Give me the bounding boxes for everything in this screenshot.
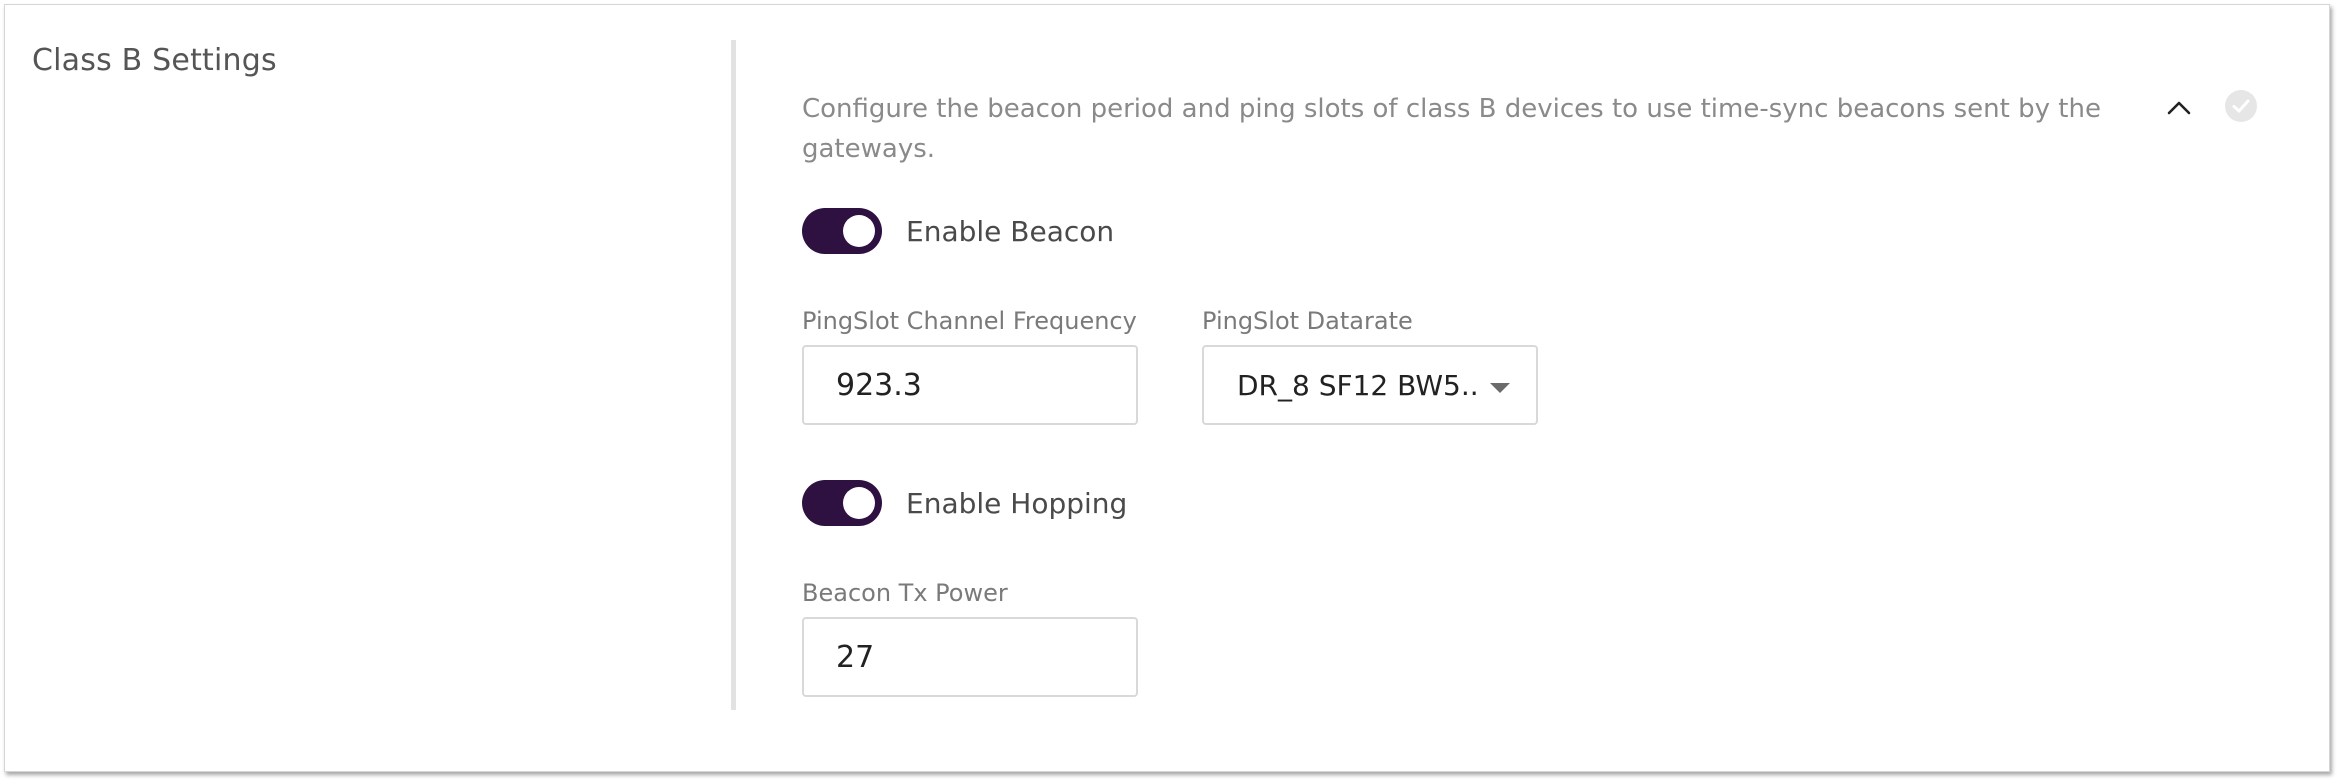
check-circle-icon xyxy=(2225,90,2257,122)
pingslot-frequency-input[interactable] xyxy=(802,345,1138,425)
pingslot-datarate-value: DR_8 SF12 BW5... xyxy=(1237,368,1477,402)
section-description: Configure the beacon period and ping slo… xyxy=(802,94,2101,164)
pingslot-frequency-label: PingSlot Channel Frequency xyxy=(802,307,1137,335)
enable-beacon-row: Enable Beacon xyxy=(802,208,1114,254)
beacon-tx-power-label: Beacon Tx Power xyxy=(802,579,1008,607)
caret-down-icon xyxy=(1490,383,1510,393)
enable-hopping-row: Enable Hopping xyxy=(802,480,1127,526)
beacon-tx-power-input[interactable] xyxy=(802,617,1138,697)
page-frame: Class B Settings Configure the beacon pe… xyxy=(0,0,2340,780)
toggle-knob xyxy=(843,215,875,247)
section-title: Class B Settings xyxy=(32,43,277,78)
toggle-knob xyxy=(843,487,875,519)
collapse-button[interactable] xyxy=(2163,91,2195,123)
enable-beacon-toggle[interactable] xyxy=(802,208,882,254)
enable-hopping-label: Enable Hopping xyxy=(906,486,1128,520)
enable-hopping-toggle[interactable] xyxy=(802,480,882,526)
class-b-settings-card: Class B Settings Configure the beacon pe… xyxy=(4,4,2330,772)
chevron-up-icon xyxy=(2167,101,2191,115)
pingslot-datarate-select[interactable]: DR_8 SF12 BW5... xyxy=(1202,345,1538,425)
pingslot-datarate-label: PingSlot Datarate xyxy=(1202,307,1413,335)
enable-beacon-label: Enable Beacon xyxy=(906,214,1115,248)
section-divider xyxy=(731,40,736,710)
